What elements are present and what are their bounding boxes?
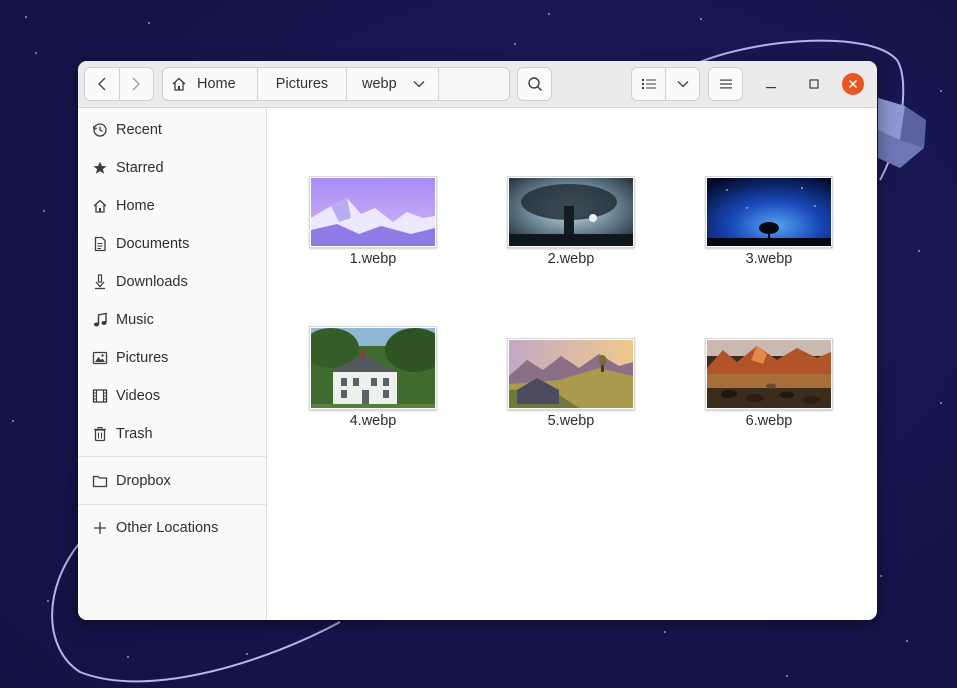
view-dropdown-button[interactable] xyxy=(665,68,699,100)
navigation-buttons xyxy=(84,67,154,101)
path-segment-webp[interactable]: webp xyxy=(346,68,438,100)
sidebar-item-label: Pictures xyxy=(116,350,169,366)
sidebar-item-label: Documents xyxy=(116,236,190,252)
minimize-icon xyxy=(766,87,776,89)
file-item[interactable]: 3.webp xyxy=(689,176,849,267)
file-thumbnail xyxy=(507,338,635,410)
plus-icon xyxy=(91,519,109,537)
sidebar-item-label: Recent xyxy=(116,122,162,138)
file-item[interactable]: 5.webp xyxy=(491,338,651,429)
file-thumbnail xyxy=(705,338,833,410)
sidebar-item-label: Other Locations xyxy=(116,520,219,536)
header-bar: Home Pictures webp xyxy=(78,61,877,108)
sidebar-item-recent[interactable]: Recent xyxy=(78,112,266,148)
sidebar-item-trash[interactable]: Trash xyxy=(78,416,266,452)
file-item[interactable]: 1.webp xyxy=(293,176,453,267)
clock-icon xyxy=(91,121,109,139)
home-icon xyxy=(172,77,186,91)
download-icon xyxy=(91,273,109,291)
film-icon xyxy=(91,387,109,405)
sidebar-item-starred[interactable]: Starred xyxy=(78,150,266,186)
folder-icon xyxy=(91,472,109,490)
list-view-icon xyxy=(641,79,656,89)
sidebar-item-label: Home xyxy=(116,198,155,214)
back-button[interactable] xyxy=(85,68,119,100)
sidebar-item-other-locations[interactable]: Other Locations xyxy=(78,510,266,546)
sidebar-item-pictures[interactable]: Pictures xyxy=(78,340,266,376)
sidebar-item-label: Starred xyxy=(116,160,164,176)
file-manager-window: Home Pictures webp Recent Starred Home D… xyxy=(78,61,877,620)
forward-button[interactable] xyxy=(118,68,154,100)
sidebar-item-home[interactable]: Home xyxy=(78,188,266,224)
hamburger-menu-icon xyxy=(719,79,732,89)
file-item[interactable]: 2.webp xyxy=(491,176,651,267)
sidebar-item-label: Videos xyxy=(116,388,161,404)
close-button[interactable] xyxy=(842,73,864,95)
file-thumbnail xyxy=(309,326,437,410)
sidebar-item-documents[interactable]: Documents xyxy=(78,226,266,262)
music-note-icon xyxy=(91,311,109,329)
sidebar-item-videos[interactable]: Videos xyxy=(78,378,266,414)
search-icon xyxy=(527,77,542,92)
sidebar-separator xyxy=(78,456,266,457)
sidebar-item-label: Music xyxy=(116,312,154,328)
file-item[interactable]: 6.webp xyxy=(689,338,849,429)
chevron-left-icon xyxy=(97,77,106,91)
file-name: 3.webp xyxy=(745,251,793,267)
close-icon xyxy=(848,79,858,89)
file-item[interactable]: 4.webp xyxy=(293,326,453,429)
home-icon xyxy=(91,197,109,215)
sidebar: Recent Starred Home Documents Downloads … xyxy=(78,108,267,620)
main-menu-button[interactable] xyxy=(708,67,743,101)
chevron-right-icon xyxy=(132,77,141,91)
file-name: 5.webp xyxy=(547,413,595,429)
sidebar-item-music[interactable]: Music xyxy=(78,302,266,338)
minimize-button[interactable] xyxy=(760,73,782,95)
document-icon xyxy=(91,235,109,253)
file-name: 1.webp xyxy=(349,251,397,267)
file-thumbnail xyxy=(705,176,833,248)
file-name: 6.webp xyxy=(745,413,793,429)
maximize-button[interactable] xyxy=(803,73,825,95)
image-icon xyxy=(91,349,109,367)
path-bar: Home Pictures webp xyxy=(162,67,510,101)
path-segment-pictures[interactable]: Pictures xyxy=(257,68,346,100)
file-name: 4.webp xyxy=(349,413,397,429)
file-thumbnail xyxy=(309,176,437,248)
path-segment-home[interactable]: Home xyxy=(163,68,257,100)
list-view-button[interactable] xyxy=(632,68,665,100)
sidebar-item-label: Trash xyxy=(116,426,153,442)
sidebar-separator xyxy=(78,504,266,505)
view-options-group xyxy=(631,67,700,101)
chevron-down-icon xyxy=(413,81,425,88)
sidebar-item-label: Dropbox xyxy=(116,473,171,489)
sidebar-item-downloads[interactable]: Downloads xyxy=(78,264,266,300)
star-icon xyxy=(91,159,109,177)
path-segment-label: webp xyxy=(362,76,397,92)
sidebar-item-label: Downloads xyxy=(116,274,188,290)
chevron-down-icon xyxy=(677,81,688,88)
path-bar-empty-space xyxy=(438,68,509,100)
trash-icon xyxy=(91,425,109,443)
sidebar-item-dropbox[interactable]: Dropbox xyxy=(78,463,266,499)
file-thumbnail xyxy=(507,176,635,248)
path-segment-label: Pictures xyxy=(275,76,329,92)
path-segment-label: Home xyxy=(197,76,236,92)
maximize-icon xyxy=(809,79,819,89)
search-button[interactable] xyxy=(517,67,552,101)
file-name: 2.webp xyxy=(547,251,595,267)
